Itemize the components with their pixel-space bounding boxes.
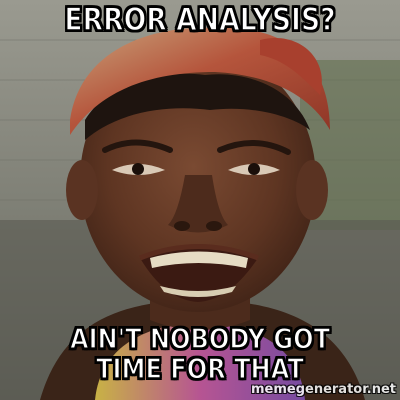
meme-bottom-text: AIN'T NOBODY GOT TIME FOR THAT xyxy=(69,322,331,386)
watermark-text: memegenerator.net xyxy=(250,382,396,397)
left-ear xyxy=(66,160,98,220)
meme-image: ERROR ANALYSIS? AIN'T NOBODY GOT TIME FO… xyxy=(0,0,400,400)
right-ear xyxy=(296,160,328,220)
meme-top-text: ERROR ANALYSIS? xyxy=(64,2,337,38)
